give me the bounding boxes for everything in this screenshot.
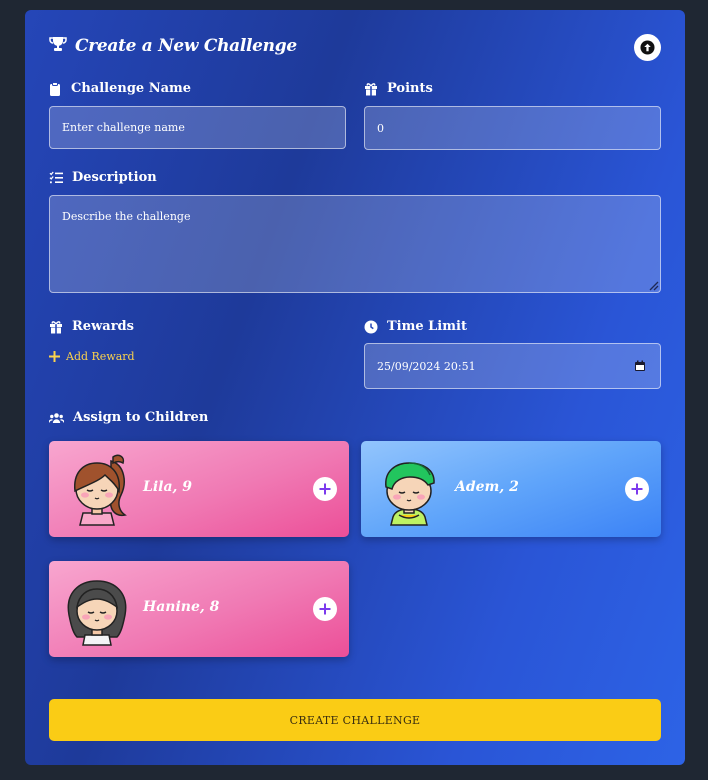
child-name: Lila, 9 <box>143 479 193 495</box>
child-avatar-boy-icon <box>385 462 435 526</box>
time-limit-input[interactable]: 25/09/2024 20:51 <box>364 343 661 389</box>
points-label: Points <box>364 81 433 96</box>
assign-child-button[interactable] <box>625 477 649 501</box>
child-avatar-girl-icon <box>67 580 127 646</box>
add-reward-button[interactable]: Add Reward <box>49 350 135 363</box>
calendar-icon[interactable] <box>634 360 646 372</box>
plus-icon <box>319 483 331 495</box>
child-avatar-girl-icon <box>74 454 127 526</box>
child-card-adem[interactable]: Adem, 2 <box>361 441 661 537</box>
plus-icon <box>319 603 331 615</box>
description-label: Description <box>49 170 157 185</box>
rewards-label: Rewards <box>49 319 134 334</box>
assign-child-button[interactable] <box>313 477 337 501</box>
page-title: Create a New Challenge <box>75 36 297 56</box>
plus-icon <box>631 483 643 495</box>
description-textarea[interactable] <box>49 195 661 293</box>
child-name: Adem, 2 <box>455 479 519 495</box>
child-card-hanine[interactable]: Hanine, 8 <box>49 561 349 657</box>
resize-grip-icon[interactable] <box>647 279 659 291</box>
users-icon <box>49 412 64 423</box>
description-wrapper <box>49 195 661 293</box>
gift-icon <box>365 82 377 95</box>
clock-icon <box>364 320 378 333</box>
time-limit-label: Time Limit <box>364 319 467 334</box>
clipboard-icon <box>50 81 60 96</box>
gift-icon <box>50 320 62 333</box>
points-input[interactable] <box>364 106 661 150</box>
create-challenge-button[interactable]: CREATE CHALLENGE <box>49 699 661 741</box>
challenge-name-input[interactable] <box>49 106 346 149</box>
create-challenge-card: Create a New Challenge Challenge Name Po… <box>25 10 685 765</box>
child-card-lila[interactable]: Lila, 9 <box>49 441 349 537</box>
trophy-icon <box>49 36 67 56</box>
header: Create a New Challenge <box>49 36 297 56</box>
plus-icon <box>49 351 60 362</box>
list-check-icon <box>49 171 63 184</box>
challenge-name-label: Challenge Name <box>49 81 191 96</box>
collapse-button[interactable] <box>634 34 661 61</box>
arrow-up-circle-icon <box>640 40 655 55</box>
child-name: Hanine, 8 <box>143 599 220 615</box>
assign-child-button[interactable] <box>313 597 337 621</box>
assign-label: Assign to Children <box>49 410 208 425</box>
